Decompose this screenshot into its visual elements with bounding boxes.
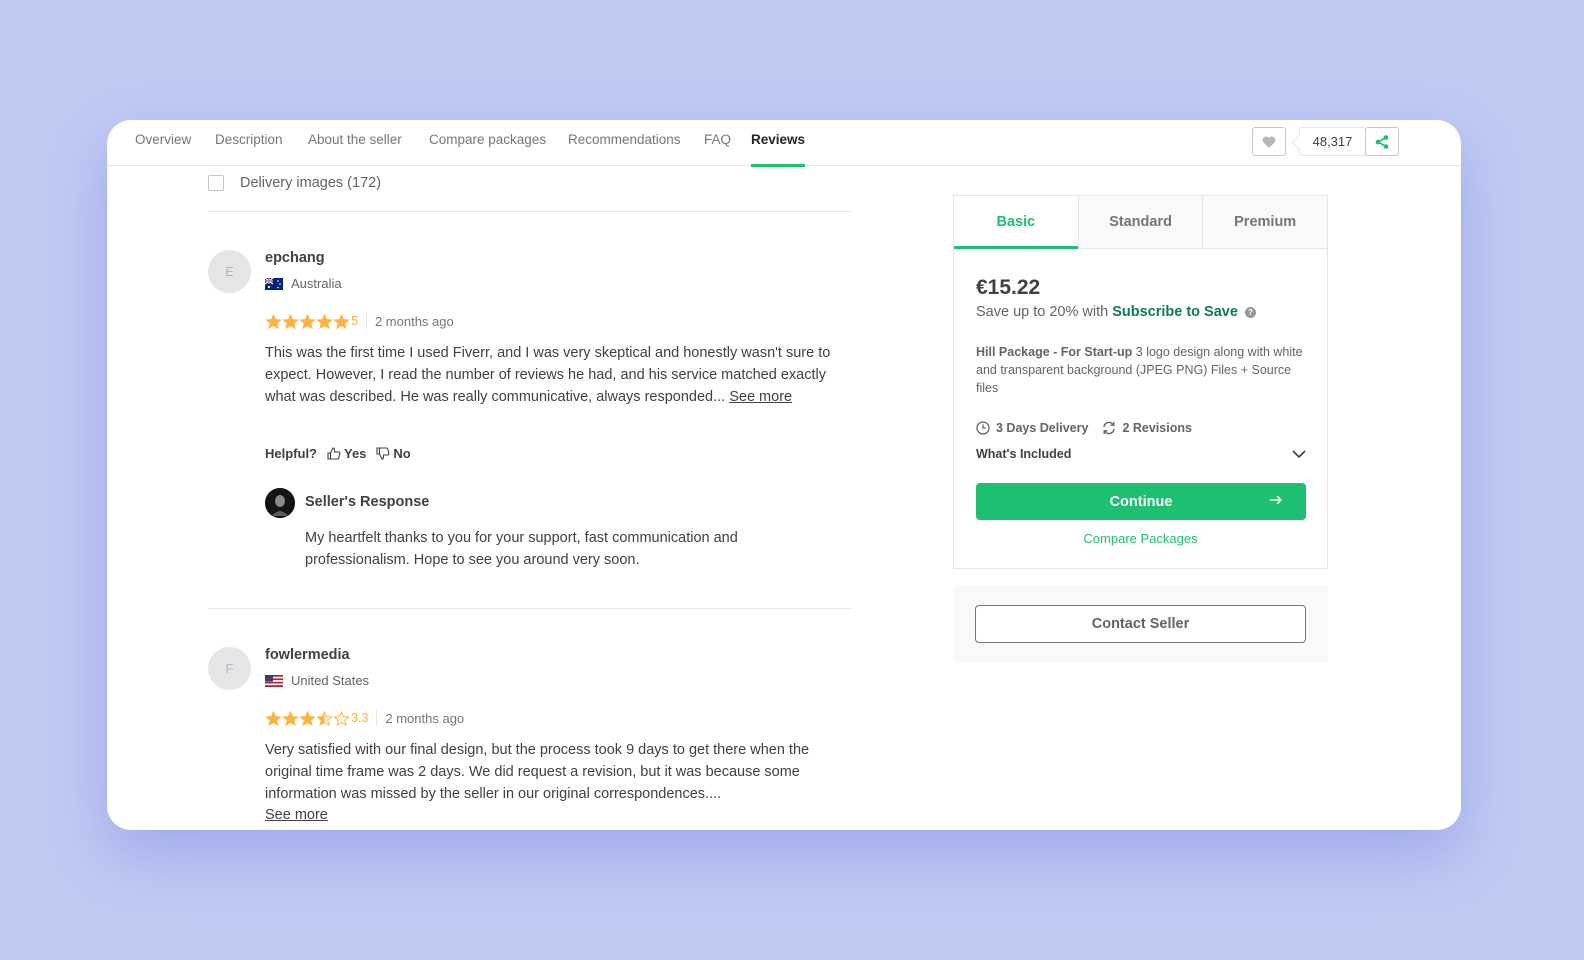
star-empty-icon xyxy=(333,710,350,726)
helpful-row: Helpful? Yes No xyxy=(265,446,411,461)
divider xyxy=(208,608,851,609)
delivery-label: 3 Days Delivery xyxy=(996,421,1089,435)
subscribe-save-line: Save up to 20% with Subscribe to Save ? xyxy=(976,304,1256,320)
star-full-icon xyxy=(333,313,350,329)
continue-button[interactable]: Continue xyxy=(976,483,1306,520)
review-text: This was the first time I used Fiverr, a… xyxy=(265,343,855,408)
share-button[interactable] xyxy=(1365,127,1399,156)
chevron-down-icon xyxy=(1292,449,1306,458)
helpful-no-button[interactable]: No xyxy=(376,446,411,461)
review-rating: 3.3 2 months ago xyxy=(265,710,464,726)
helpful-label: Helpful? xyxy=(265,446,317,461)
whats-included-label: What's Included xyxy=(976,447,1072,461)
review-text: Very satisfied with our final design, bu… xyxy=(265,740,855,827)
tab-description[interactable]: Description xyxy=(215,120,283,166)
reviewer-country: Australia xyxy=(265,276,342,291)
whats-included-toggle[interactable]: What's Included xyxy=(976,447,1306,461)
save-text: Save up to 20% with xyxy=(976,304,1109,320)
star-full-icon xyxy=(299,313,316,329)
refresh-icon xyxy=(1103,421,1116,435)
reviewer-avatar: F xyxy=(208,647,251,690)
star-half-icon xyxy=(316,710,333,726)
divider xyxy=(365,313,367,329)
star-rating xyxy=(265,313,350,329)
star-full-icon xyxy=(282,710,299,726)
star-full-icon xyxy=(265,710,282,726)
divider xyxy=(208,211,851,212)
package-tab-premium[interactable]: Premium xyxy=(1202,196,1328,248)
section-nav: Overview Description About the seller Co… xyxy=(107,120,1461,167)
tab-compare-packages[interactable]: Compare packages xyxy=(429,120,546,166)
package-tab-basic[interactable]: Basic xyxy=(954,196,1078,249)
star-full-icon xyxy=(299,710,316,726)
delivery-images-checkbox[interactable] xyxy=(208,175,224,191)
helpful-no-label: No xyxy=(393,446,411,461)
review-rating: 5 2 months ago xyxy=(265,313,454,329)
see-more-link[interactable]: See more xyxy=(265,807,328,823)
package-panel: Basic Standard Premium €15.22 Save up to… xyxy=(953,195,1328,569)
clock-icon xyxy=(976,421,990,435)
seller-avatar xyxy=(265,488,295,518)
rating-score: 3.3 xyxy=(351,711,369,725)
continue-label: Continue xyxy=(1109,493,1173,510)
help-icon[interactable]: ? xyxy=(1244,306,1256,318)
star-full-icon xyxy=(316,313,333,329)
package-tab-standard[interactable]: Standard xyxy=(1077,196,1203,248)
tab-reviews[interactable]: Reviews xyxy=(751,120,806,167)
australia-flag-icon xyxy=(265,277,283,290)
review-time: 2 months ago xyxy=(385,710,465,726)
review-time: 2 months ago xyxy=(374,313,454,329)
favorite-button[interactable] xyxy=(1252,127,1286,156)
star-full-icon xyxy=(265,313,282,329)
subscribe-to-save-link[interactable]: Subscribe to Save xyxy=(1112,304,1238,320)
delivery-images-filter[interactable]: Delivery images (172) xyxy=(208,175,381,191)
package-description: Hill Package - For Start-up 3 logo desig… xyxy=(976,344,1306,397)
see-more-link[interactable]: See more xyxy=(729,389,792,405)
contact-seller-button[interactable]: Contact Seller xyxy=(975,605,1306,643)
gig-page-card: Overview Description About the seller Co… xyxy=(107,120,1461,830)
tab-overview[interactable]: Overview xyxy=(135,120,191,166)
compare-packages-link[interactable]: Compare Packages xyxy=(954,531,1327,546)
delivery-images-label: Delivery images (172) xyxy=(240,175,382,191)
tab-faq[interactable]: FAQ xyxy=(704,120,731,166)
helpful-yes-button[interactable]: Yes xyxy=(327,446,366,461)
reviewer-avatar: E xyxy=(208,250,251,293)
country-name: Australia xyxy=(291,276,342,291)
tab-recommendations[interactable]: Recommendations xyxy=(568,120,681,166)
share-icon xyxy=(1375,134,1389,149)
us-flag-icon xyxy=(265,674,283,687)
delivery-time: 3 Days Delivery xyxy=(976,421,1088,435)
helpful-yes-label: Yes xyxy=(344,446,367,461)
revisions-label: 2 Revisions xyxy=(1122,421,1192,435)
reviewer-username[interactable]: epchang xyxy=(265,250,325,266)
seller-response-text: My heartfelt thanks to you for your supp… xyxy=(305,530,738,568)
revisions: 2 Revisions xyxy=(1102,421,1192,435)
seller-response-title: Seller's Response xyxy=(305,494,430,510)
favorite-count: 48,317 xyxy=(1299,127,1366,156)
star-rating xyxy=(265,710,350,726)
reviewer-country: United States xyxy=(265,673,369,688)
thumbs-down-icon xyxy=(376,447,390,460)
divider xyxy=(376,710,378,726)
arrow-right-icon xyxy=(1270,495,1283,505)
tab-about-seller[interactable]: About the seller xyxy=(308,120,402,166)
country-name: United States xyxy=(291,673,370,688)
star-full-icon xyxy=(282,313,299,329)
package-title: Hill Package - For Start-up xyxy=(976,345,1133,359)
heart-icon xyxy=(1262,136,1276,148)
thumbs-up-icon xyxy=(327,447,341,460)
package-tabs: Basic Standard Premium xyxy=(954,196,1328,249)
package-price: €15.22 xyxy=(976,276,1041,299)
reviewer-username[interactable]: fowlermedia xyxy=(265,647,350,663)
review-body: Very satisfied with our final design, bu… xyxy=(265,742,810,802)
rating-score: 5 xyxy=(351,314,358,328)
contact-seller-panel: Contact Seller xyxy=(953,585,1328,663)
package-meta: 3 Days Delivery 2 Revisions xyxy=(976,421,1206,435)
